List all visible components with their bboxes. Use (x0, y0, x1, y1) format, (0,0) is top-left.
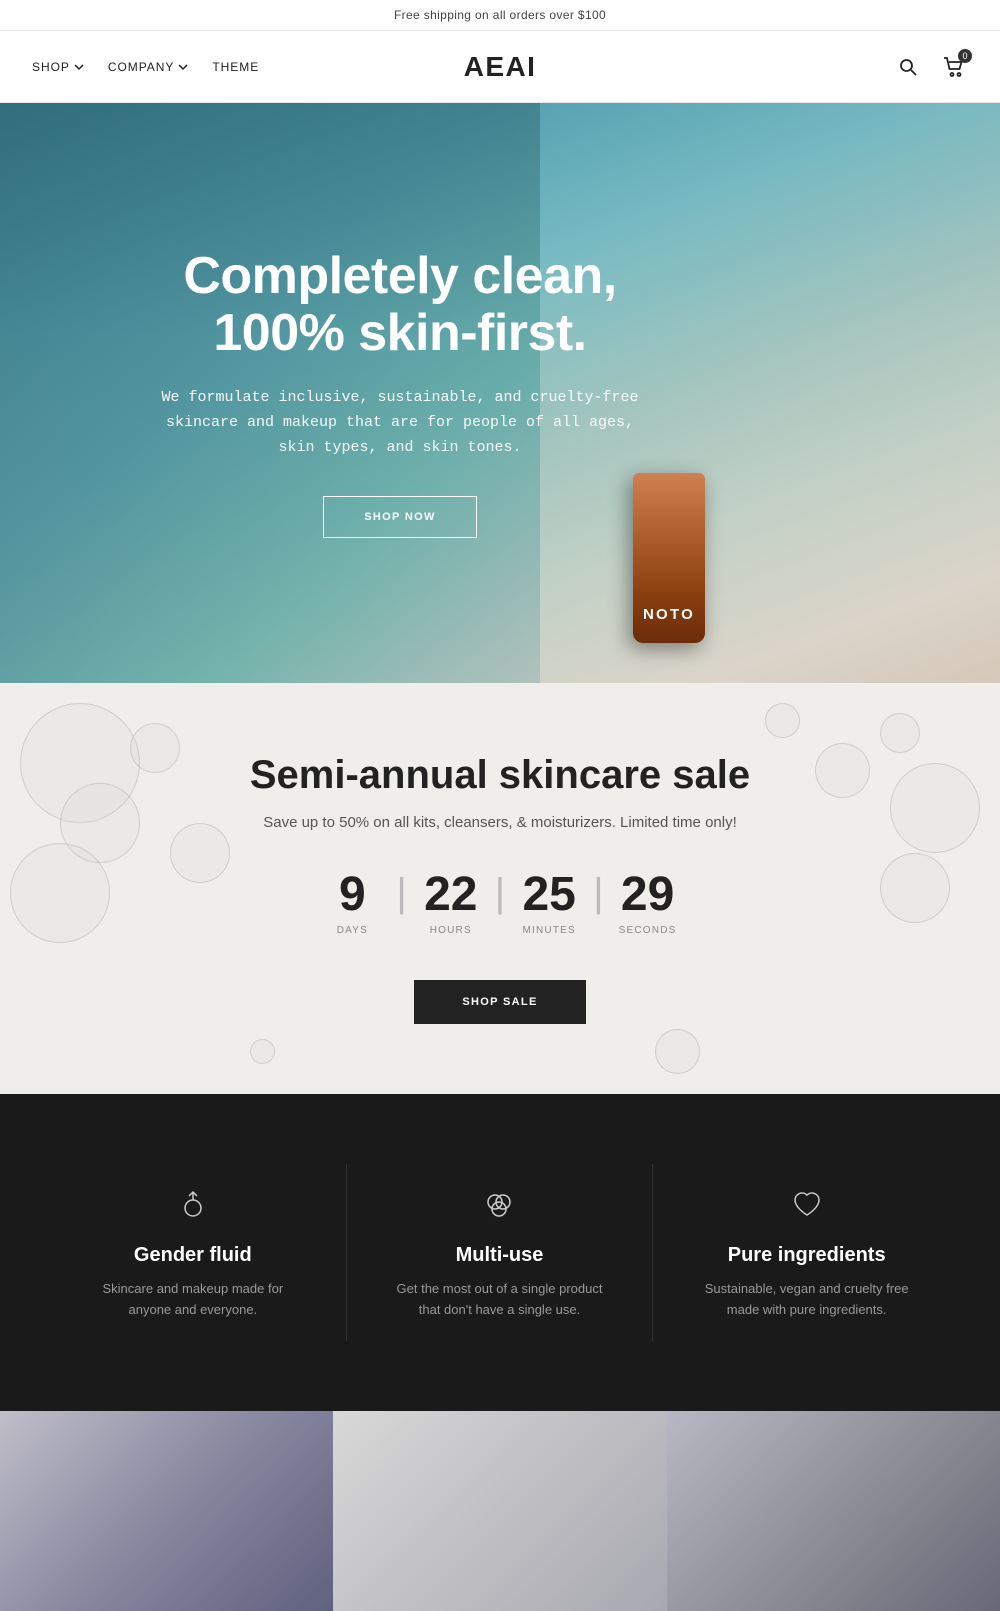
feature-pure-ingredients-desc: Sustainable, vegan and cruelty free made… (693, 1279, 920, 1321)
header: SHOP COMPANY THEME AEAI 0 (0, 31, 1000, 103)
nav-theme[interactable]: THEME (212, 60, 259, 74)
countdown-hours: 22 HOURS (411, 871, 491, 936)
heart-icon (787, 1184, 827, 1224)
hero-title: Completely clean, 100% skin-first. (160, 248, 640, 362)
hero-shop-now-button[interactable]: SHOP NOW (323, 496, 476, 538)
ring-icon (173, 1184, 213, 1224)
product-name: NOTO (643, 606, 695, 623)
preview-card-3[interactable] (667, 1411, 1000, 1611)
feature-multi-use-title: Multi-use (387, 1244, 613, 1267)
nav-shop[interactable]: SHOP (32, 60, 84, 74)
gender-fluid-icon (177, 1188, 209, 1220)
countdown-minutes: 25 MINUTES (509, 871, 589, 936)
cart-count: 0 (958, 49, 972, 63)
countdown-timer: 9 DAYS | 22 HOURS | 25 MINUTES | 29 SECO… (40, 871, 960, 936)
features-section: Gender fluid Skincare and makeup made fo… (0, 1094, 1000, 1411)
circles-icon (479, 1184, 519, 1224)
countdown-sep-2: | (491, 871, 509, 915)
sale-title: Semi-annual skincare sale (40, 753, 960, 798)
feature-pure-ingredients-title: Pure ingredients (693, 1244, 920, 1267)
site-logo[interactable]: AEAI (464, 51, 537, 83)
feature-gender-fluid-desc: Skincare and makeup made for anyone and … (80, 1279, 306, 1321)
countdown-sep-3: | (589, 871, 607, 915)
chevron-down-icon (74, 62, 84, 72)
shop-sale-button[interactable]: SHOP SALE (414, 980, 585, 1024)
chevron-down-icon (178, 62, 188, 72)
nav-company[interactable]: COMPANY (108, 60, 189, 74)
hero-content: Completely clean, 100% skin-first. We fo… (140, 248, 660, 539)
search-button[interactable] (894, 53, 922, 81)
announcement-text: Free shipping on all orders over $100 (394, 8, 606, 22)
preview-card-2[interactable] (333, 1411, 666, 1611)
feature-multi-use-desc: Get the most out of a single product tha… (387, 1279, 613, 1321)
countdown-sep-1: | (392, 871, 410, 915)
hero-section: NOTO Completely clean, 100% skin-first. … (0, 103, 1000, 683)
announcement-bar: Free shipping on all orders over $100 (0, 0, 1000, 31)
countdown-days: 9 DAYS (312, 871, 392, 936)
feature-gender-fluid: Gender fluid Skincare and makeup made fo… (40, 1164, 347, 1341)
hero-description: We formulate inclusive, sustainable, and… (160, 386, 640, 460)
preview-card-1[interactable] (0, 1411, 333, 1611)
feature-multi-use: Multi-use Get the most out of a single p… (347, 1164, 654, 1341)
feature-pure-ingredients: Pure ingredients Sustainable, vegan and … (653, 1164, 960, 1341)
search-icon (898, 57, 918, 77)
feature-gender-fluid-title: Gender fluid (80, 1244, 306, 1267)
sale-section: Semi-annual skincare sale Save up to 50%… (0, 683, 1000, 1094)
product-previews (0, 1411, 1000, 1611)
header-actions: 0 (894, 53, 968, 81)
main-nav: SHOP COMPANY THEME (32, 60, 259, 74)
cart-button[interactable]: 0 (940, 53, 968, 81)
sale-description: Save up to 50% on all kits, cleansers, &… (40, 814, 960, 831)
countdown-seconds: 29 SECONDS (608, 871, 688, 936)
pure-ingredients-icon (791, 1188, 823, 1220)
multi-use-icon (483, 1188, 515, 1220)
